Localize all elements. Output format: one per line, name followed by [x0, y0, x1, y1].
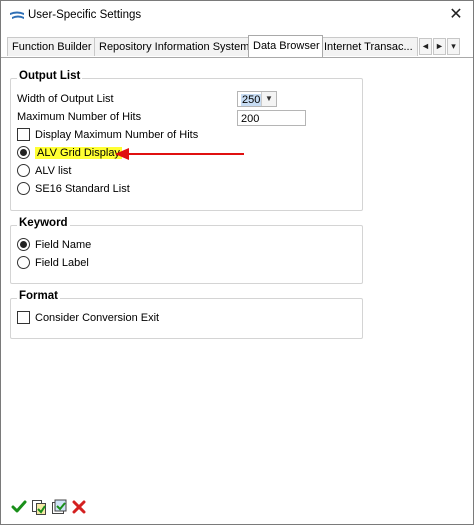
alv-list-radio[interactable]: [17, 163, 30, 177]
title-bar: User-Specific Settings ✕: [1, 1, 473, 31]
output-list-title: Output List: [17, 70, 83, 82]
tab-strip: Function Builder Repository Information …: [1, 35, 473, 57]
se16-standard-list-radio[interactable]: [17, 181, 30, 195]
alv-grid-display-label: ALV Grid Display: [35, 147, 122, 159]
field-name-option[interactable]: Field Name: [17, 237, 91, 253]
field-name-radio[interactable]: [17, 237, 30, 251]
field-label-label: Field Label: [35, 257, 89, 269]
close-icon: ✕: [449, 6, 463, 23]
display-maximum-hits-label: Display Maximum Number of Hits: [35, 129, 199, 141]
tab-scroll-left-icon[interactable]: ◄: [419, 38, 432, 55]
se16-standard-list-option[interactable]: SE16 Standard List: [17, 181, 130, 197]
output-list-group: Output List Width of Output List 250 ▼ M…: [10, 70, 363, 211]
save-settings-icon[interactable]: [51, 499, 67, 515]
field-name-label: Field Name: [35, 239, 92, 251]
display-maximum-hits-option[interactable]: Display Maximum Number of Hits: [17, 127, 198, 143]
maximum-number-of-hits-label: Maximum Number of Hits: [17, 111, 142, 123]
copy-settings-icon[interactable]: [31, 499, 47, 515]
field-label-option[interactable]: Field Label: [17, 255, 89, 271]
se16-standard-list-label: SE16 Standard List: [35, 183, 130, 195]
width-of-output-list-dropdown[interactable]: 250 ▼: [237, 91, 277, 107]
dialog-toolbar: [1, 491, 473, 524]
checkmark-icon[interactable]: [11, 499, 27, 515]
cancel-icon[interactable]: [71, 499, 87, 515]
alv-list-option[interactable]: ALV list: [17, 163, 71, 179]
keyword-group: Keyword Field Name Field Label: [10, 217, 363, 284]
width-of-output-list-label: Width of Output List: [17, 93, 114, 105]
tab-internet-transaction[interactable]: Internet Transac...: [319, 37, 418, 56]
close-button[interactable]: ✕: [443, 3, 469, 27]
alv-list-label: ALV list: [35, 165, 72, 177]
maximum-number-of-hits-input[interactable]: 200: [237, 110, 306, 126]
display-maximum-hits-checkbox[interactable]: [17, 127, 30, 141]
consider-conversion-exit-option[interactable]: Consider Conversion Exit: [17, 310, 159, 326]
dialog-title: User-Specific Settings: [28, 9, 142, 21]
tab-function-builder[interactable]: Function Builder: [7, 37, 97, 56]
tab-scroll-right-icon[interactable]: ►: [433, 38, 446, 55]
settings-dialog: User-Specific Settings ✕ Function Builde…: [0, 0, 474, 525]
sap-logo-icon: [10, 11, 24, 19]
format-group: Format Consider Conversion Exit: [10, 290, 363, 339]
annotation-arrow-icon: [115, 148, 244, 160]
consider-conversion-exit-label: Consider Conversion Exit: [35, 312, 160, 324]
width-of-output-list-value: 250: [241, 94, 262, 106]
alv-grid-display-option[interactable]: ALV Grid Display: [17, 145, 122, 161]
field-label-radio[interactable]: [17, 255, 30, 269]
chevron-down-icon: ▼: [261, 92, 276, 106]
alv-grid-display-radio[interactable]: [17, 145, 30, 159]
tab-list-menu-icon[interactable]: ▾: [447, 38, 460, 55]
format-title: Format: [17, 290, 60, 302]
keyword-title: Keyword: [17, 217, 70, 229]
tab-data-browser[interactable]: Data Browser: [248, 35, 323, 57]
tab-content-data-browser: Output List Width of Output List 250 ▼ M…: [1, 57, 473, 490]
consider-conversion-exit-checkbox[interactable]: [17, 310, 30, 324]
tab-repository-information-system[interactable]: Repository Information System: [94, 37, 251, 56]
